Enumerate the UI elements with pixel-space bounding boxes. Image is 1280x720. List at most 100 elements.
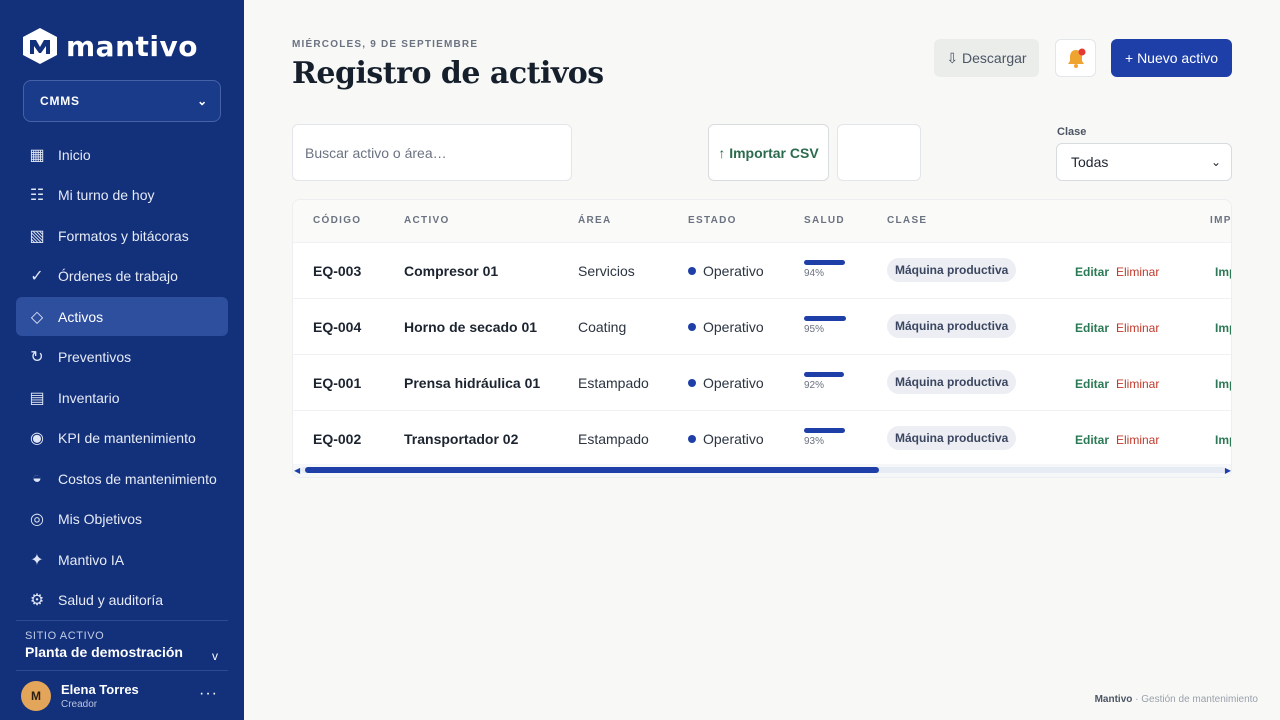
sidebar-item-7[interactable]: ◉ KPI de mantenimiento xyxy=(16,419,228,458)
nav-icon: ✓ xyxy=(30,268,44,285)
edit-link[interactable]: Editar xyxy=(1075,321,1109,335)
table-row[interactable]: EQ-002 Transportador 02 Estampado Operativo… xyxy=(293,410,1231,466)
status-dot-icon xyxy=(688,379,696,387)
table-row[interactable]: EQ-001 Prensa hidráulica 01 Estampado Opera… xyxy=(293,354,1231,410)
sidebar-item-label: Costos de mantenimiento xyxy=(58,470,217,487)
sidebar-item-1[interactable]: ☷ Mi turno de hoy xyxy=(16,176,228,215)
scroll-left-icon[interactable]: ◀ xyxy=(294,466,300,475)
new-asset-button[interactable]: + Nuevo activo xyxy=(1111,39,1232,77)
more-options-icon[interactable]: ··· xyxy=(199,685,218,703)
sidebar-item-8[interactable]: ◒ Costos de mantenimiento xyxy=(16,459,228,498)
module-value: CMMS xyxy=(40,94,80,108)
class-filter-select[interactable]: Todas ⌄ xyxy=(1056,143,1232,181)
footer-brand: Mantivo xyxy=(1094,694,1133,705)
nav-icon: ◎ xyxy=(30,511,44,528)
delete-link[interactable]: Eliminar xyxy=(1116,433,1159,447)
health-bar xyxy=(804,428,845,433)
empty-button[interactable] xyxy=(837,124,921,181)
health-percent: 95% xyxy=(804,324,825,335)
asset-code: EQ-002 xyxy=(313,431,362,447)
column-header-area[interactable]: ÁREA xyxy=(578,215,612,226)
sidebar-item-9[interactable]: ◎ Mis Objetivos xyxy=(16,500,228,539)
active-site-selector[interactable]: SITIO ACTIVO Planta de demostración v xyxy=(16,620,228,670)
sidebar-item-label: Activos xyxy=(58,308,104,325)
active-site-label: SITIO ACTIVO xyxy=(25,630,105,642)
table-row[interactable]: EQ-004 Horno de secado 01 Coating Operativo… xyxy=(293,298,1231,354)
sidebar-item-4[interactable]: ◇ Activos xyxy=(16,297,228,336)
imp-link[interactable]: Imp xyxy=(1215,265,1231,279)
active-site-name: Planta de demostración xyxy=(25,644,183,660)
sidebar-item-11[interactable]: ⚙ Salud y auditoría xyxy=(16,581,228,620)
nav-icon: ◒ xyxy=(32,469,42,487)
nav-icon: ▧ xyxy=(29,227,45,245)
sidebar-item-0[interactable]: ▦ Inicio xyxy=(16,135,228,174)
edit-link[interactable]: Editar xyxy=(1075,265,1109,279)
asset-name: Compresor 01 xyxy=(404,263,499,279)
column-header-imp[interactable]: IMP xyxy=(1210,215,1231,226)
mantivo-logo-icon xyxy=(23,28,57,64)
nav-icon: ▦ xyxy=(29,146,45,164)
nav-icon: ↻ xyxy=(30,349,44,366)
sidebar-item-5[interactable]: ↻ Preventivos xyxy=(16,338,228,377)
column-header-code[interactable]: CÓDIGO xyxy=(313,215,361,226)
sidebar-item-2[interactable]: ▧ Formatos y bitácoras xyxy=(16,216,228,255)
scroll-right-icon[interactable]: ▶ xyxy=(1225,466,1231,475)
notifications-button[interactable] xyxy=(1055,39,1096,77)
chevron-down-icon: v xyxy=(212,649,218,663)
nav-icon: ◉ xyxy=(30,430,44,447)
delete-link[interactable]: Eliminar xyxy=(1116,265,1159,279)
asset-state-label: Operativo xyxy=(703,319,764,335)
class-filter-value: Todas xyxy=(1071,154,1109,170)
chevron-down-icon: ⌄ xyxy=(1210,155,1221,169)
edit-link[interactable]: Editar xyxy=(1075,377,1109,391)
chevron-down-icon: ⌄ xyxy=(197,94,208,108)
brand-name: mantivo xyxy=(66,29,198,63)
column-header-class[interactable]: CLASE xyxy=(887,215,927,226)
asset-code: EQ-001 xyxy=(313,375,362,391)
asset-state-label: Operativo xyxy=(703,431,764,447)
footer: Mantivo · Gestión de mantenimiento xyxy=(1095,694,1258,705)
user-role: Creador xyxy=(61,698,98,710)
user-profile[interactable]: M Elena Torres Creador ··· xyxy=(16,670,228,720)
table-row[interactable]: EQ-003 Compresor 01 Servicios Operativo 94% M… xyxy=(293,242,1231,298)
delete-link[interactable]: Eliminar xyxy=(1116,377,1159,391)
download-button[interactable]: ⇩ Descargar xyxy=(934,39,1039,77)
current-date: MIÉRCOLES, 9 DE SEPTIEMBRE xyxy=(292,39,479,50)
sidebar: mantivo CMMS ⌄ ▦ Inicio ☷ Mi turno de hoy ▧ F… xyxy=(0,0,244,720)
column-header-asset[interactable]: ACTIVO xyxy=(404,215,450,226)
asset-area: Estampado xyxy=(578,431,649,447)
horizontal-scrollbar[interactable]: ◀ ▶ xyxy=(293,464,1231,477)
bell-icon xyxy=(1067,48,1085,68)
class-filter-label: Clase xyxy=(1057,126,1087,138)
imp-link[interactable]: Imp xyxy=(1215,321,1231,335)
delete-link[interactable]: Eliminar xyxy=(1116,321,1159,335)
sidebar-item-label: Formatos y bitácoras xyxy=(58,227,189,244)
sidebar-item-label: KPI de mantenimiento xyxy=(58,430,196,446)
sidebar-item-label: Órdenes de trabajo xyxy=(58,268,178,284)
sidebar-item-10[interactable]: ✦ Mantivo IA xyxy=(16,540,228,579)
imp-link[interactable]: Imp xyxy=(1215,377,1231,391)
asset-area: Servicios xyxy=(578,263,635,279)
logo[interactable]: mantivo xyxy=(20,26,198,66)
asset-health: 92% xyxy=(804,372,845,391)
imp-link[interactable]: Imp xyxy=(1215,433,1231,447)
module-select[interactable]: CMMS ⌄ xyxy=(23,80,221,122)
health-percent: 92% xyxy=(804,380,825,391)
health-bar xyxy=(804,316,846,321)
asset-area: Coating xyxy=(578,319,627,335)
nav-icon: ◇ xyxy=(30,308,44,326)
column-header-health[interactable]: SALUD xyxy=(804,215,845,226)
edit-link[interactable]: Editar xyxy=(1075,433,1109,447)
sidebar-item-3[interactable]: ✓ Órdenes de trabajo xyxy=(16,257,228,296)
search-input[interactable] xyxy=(292,124,572,181)
health-percent: 93% xyxy=(804,436,825,447)
scrollbar-thumb[interactable] xyxy=(305,467,879,473)
column-header-state[interactable]: ESTADO xyxy=(688,215,737,226)
nav-icon: ▤ xyxy=(29,389,45,407)
sidebar-item-6[interactable]: ▤ Inventario xyxy=(16,378,228,417)
asset-health: 94% xyxy=(804,260,846,279)
asset-area: Estampado xyxy=(578,375,649,391)
asset-health: 93% xyxy=(804,428,845,447)
import-csv-button[interactable]: ↑ Importar CSV xyxy=(708,124,829,181)
sidebar-item-label: Inventario xyxy=(58,389,120,406)
